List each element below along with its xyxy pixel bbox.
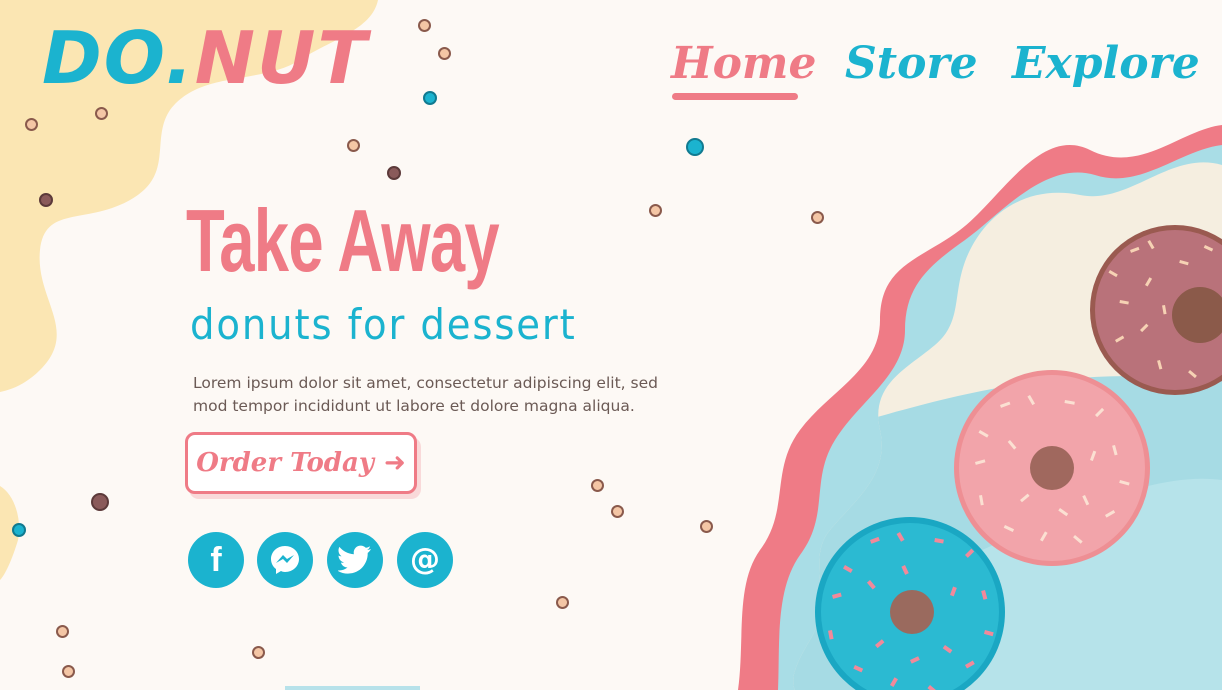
blue-glazed-donut (815, 517, 1005, 690)
logo-part-do: DO. (42, 16, 195, 100)
sprinkle-dot (387, 166, 401, 180)
bottom-accent-bar (285, 686, 420, 690)
sprinkle-dot (700, 520, 713, 533)
sprinkle-dot (591, 479, 604, 492)
sprinkle-dot (39, 193, 53, 207)
sprinkle-dot (252, 646, 265, 659)
twitter-icon[interactable] (327, 532, 383, 588)
nav-home[interactable]: Home (671, 38, 816, 89)
sprinkle-dot (418, 19, 431, 32)
nav-store[interactable]: Store (845, 38, 978, 89)
facebook-icon[interactable]: f (188, 532, 244, 588)
sprinkle-dot (95, 107, 108, 120)
hero-subhead: donuts for dessert (190, 300, 577, 349)
nav-active-underline (672, 93, 798, 100)
sprinkle-dot (91, 493, 109, 511)
twitter-glyph (338, 545, 371, 574)
messenger-glyph (271, 546, 299, 574)
sprinkle-dot (12, 523, 26, 537)
facebook-glyph: f (210, 541, 222, 579)
strawberry-donut (954, 370, 1150, 566)
email-icon[interactable]: @ (397, 532, 453, 588)
hero-body-text: Lorem ipsum dolor sit amet, consectetur … (193, 374, 658, 415)
messenger-icon[interactable] (257, 532, 313, 588)
email-glyph: @ (410, 542, 440, 577)
sprinkle-dot (347, 139, 360, 152)
sprinkle-dot (56, 625, 69, 638)
site-logo[interactable]: DO.NUT (42, 22, 369, 94)
donuts-illustration (815, 225, 1222, 690)
order-today-button[interactable]: Order Today ➜ (185, 432, 417, 494)
sprinkle-dot (811, 211, 824, 224)
arrow-right-icon: ➜ (383, 448, 406, 478)
sprinkle-dot (62, 665, 75, 678)
hero-headline: Take Away (186, 191, 500, 290)
sprinkle-dot (686, 138, 704, 156)
sprinkle-dot (649, 204, 662, 217)
sprinkle-dot (438, 47, 451, 60)
chocolate-donut (1090, 225, 1222, 395)
sprinkle-dot (423, 91, 437, 105)
sprinkle-dot (556, 596, 569, 609)
logo-part-nut: NUT (194, 16, 369, 100)
sprinkle-dot (611, 505, 624, 518)
sprinkle-dot (25, 118, 38, 131)
nav-explore[interactable]: Explore (1012, 38, 1200, 89)
order-today-label: Order Today (196, 448, 374, 478)
